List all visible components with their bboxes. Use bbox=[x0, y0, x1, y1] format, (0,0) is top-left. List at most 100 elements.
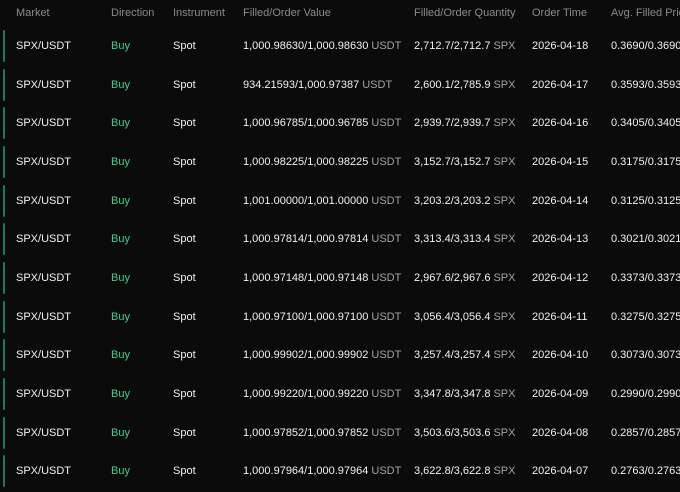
order-time-cell: 2026-04-12 bbox=[532, 271, 589, 284]
direction-cell: Buy bbox=[111, 426, 130, 439]
column-header-avg-price: Avg. Filled Price/Order Price bbox=[611, 7, 680, 19]
direction-cell: Buy bbox=[111, 78, 130, 91]
order-time-cell: 2026-04-15 bbox=[532, 155, 589, 168]
direction-cell: Buy bbox=[111, 271, 130, 284]
table-row[interactable]: SPX/USDT Buy Spot 1,000.97852/1,000.97852 US… bbox=[0, 415, 680, 451]
market-cell: SPX/USDT bbox=[16, 233, 72, 246]
table-row[interactable]: SPX/USDT Buy Spot 1,000.98630/1,000.98630 US… bbox=[0, 28, 680, 64]
order-history-table: Market Direction Instrument Filled/Order… bbox=[0, 0, 680, 492]
order-value-amount: 1,000.98225/1,000.98225 bbox=[243, 155, 369, 168]
market-cell: SPX/USDT bbox=[16, 78, 72, 91]
order-time-cell: 2026-04-07 bbox=[532, 465, 589, 478]
table-row[interactable]: SPX/USDT Buy Spot 1,000.96785/1,000.96785 US… bbox=[0, 105, 680, 141]
order-value-cell: 1,000.99220/1,000.99220 USDT bbox=[243, 376, 401, 412]
direction-cell: Buy bbox=[111, 40, 130, 52]
instrument-cell: Spot bbox=[173, 310, 196, 323]
table-row[interactable]: SPX/USDT Buy Spot 1,000.97148/1,000.97148 US… bbox=[0, 260, 680, 296]
table-row[interactable]: SPX/USDT Buy Spot 1,000.99902/1,000.99902 US… bbox=[0, 337, 680, 373]
order-quantity-amount: 3,347.8/3,347.8 bbox=[414, 387, 491, 400]
order-quantity-unit: SPX bbox=[493, 387, 516, 400]
order-time-cell: 2026-04-16 bbox=[532, 117, 589, 130]
order-value-amount: 1,000.96785/1,000.96785 bbox=[243, 117, 369, 130]
order-quantity-unit: SPX bbox=[493, 349, 516, 362]
direction-cell: Buy bbox=[111, 465, 130, 478]
order-value-unit: USDT bbox=[371, 271, 402, 284]
column-header-value: Filled/Order Value bbox=[243, 7, 331, 19]
order-value-unit: USDT bbox=[371, 349, 402, 362]
row-accent-bar bbox=[3, 339, 5, 372]
table-row[interactable]: SPX/USDT Buy Spot 1,000.97964/1,000.97964 US… bbox=[0, 453, 680, 489]
order-value-cell: 1,000.98630/1,000.98630 USDT bbox=[243, 28, 401, 64]
order-value-amount: 1,000.99902/1,000.99902 bbox=[243, 349, 369, 362]
avg-price-cell: 0.2990/0.2990 bbox=[611, 387, 680, 400]
instrument-cell: Spot bbox=[173, 40, 196, 52]
direction-cell: Buy bbox=[111, 387, 130, 400]
order-quantity-unit: SPX bbox=[493, 271, 516, 284]
avg-price-cell: 0.3593/0.3593 bbox=[611, 78, 680, 91]
order-value-cell: 1,000.97964/1,000.97964 USDT bbox=[243, 453, 401, 489]
instrument-cell: Spot bbox=[173, 387, 196, 400]
order-quantity-cell: 2,712.7/2,712.7 SPX bbox=[414, 28, 515, 64]
column-header-quantity: Filled/Order Quantity bbox=[414, 7, 516, 19]
row-accent-bar bbox=[3, 107, 5, 140]
order-quantity-amount: 2,600.1/2,785.9 bbox=[414, 78, 491, 91]
instrument-cell: Spot bbox=[173, 78, 196, 91]
instrument-cell: Spot bbox=[173, 194, 196, 207]
order-time-cell: 2026-04-08 bbox=[532, 426, 589, 439]
avg-price-cell: 0.3373/0.3373 bbox=[611, 271, 680, 284]
order-quantity-amount: 2,939.7/2,939.7 bbox=[414, 117, 491, 130]
order-time-cell: 2026-04-18 bbox=[532, 40, 589, 52]
order-quantity-amount: 2,967.6/2,967.6 bbox=[414, 271, 491, 284]
avg-price-cell: 0.3073/0.3073 bbox=[611, 349, 680, 362]
order-quantity-cell: 3,152.7/3,152.7 SPX bbox=[414, 144, 515, 180]
column-header-instrument: Instrument bbox=[173, 7, 225, 19]
row-accent-bar bbox=[3, 184, 5, 217]
order-quantity-unit: SPX bbox=[493, 465, 516, 478]
table-row[interactable]: SPX/USDT Buy Spot 1,000.97814/1,000.97814 US… bbox=[0, 221, 680, 257]
row-accent-bar bbox=[3, 300, 5, 333]
instrument-cell: Spot bbox=[173, 117, 196, 130]
order-value-cell: 1,000.99902/1,000.99902 USDT bbox=[243, 337, 401, 373]
row-accent-bar bbox=[3, 223, 5, 256]
order-quantity-amount: 3,152.7/3,152.7 bbox=[414, 155, 491, 168]
order-value-unit: USDT bbox=[362, 78, 393, 91]
order-time-cell: 2026-04-14 bbox=[532, 194, 589, 207]
order-quantity-unit: SPX bbox=[493, 40, 516, 52]
row-accent-bar bbox=[3, 455, 5, 488]
row-accent-bar bbox=[3, 68, 5, 101]
table-row[interactable]: SPX/USDT Buy Spot 1,001.00000/1,001.00000 US… bbox=[0, 183, 680, 219]
market-cell: SPX/USDT bbox=[16, 40, 72, 52]
order-value-cell: 1,000.97814/1,000.97814 USDT bbox=[243, 221, 401, 257]
table-row[interactable]: SPX/USDT Buy Spot 1,000.97100/1,000.97100 US… bbox=[0, 299, 680, 335]
order-quantity-unit: SPX bbox=[493, 233, 516, 246]
instrument-cell: Spot bbox=[173, 233, 196, 246]
table-row[interactable]: SPX/USDT Buy Spot 1,000.99220/1,000.99220 US… bbox=[0, 376, 680, 412]
avg-price-cell: 0.3275/0.3275 bbox=[611, 310, 680, 323]
order-value-cell: 1,001.00000/1,001.00000 USDT bbox=[243, 183, 401, 219]
order-value-unit: USDT bbox=[371, 194, 402, 207]
order-value-cell: 1,000.97100/1,000.97100 USDT bbox=[243, 299, 401, 335]
order-quantity-amount: 3,257.4/3,257.4 bbox=[414, 349, 491, 362]
order-quantity-unit: SPX bbox=[493, 310, 516, 323]
order-value-unit: USDT bbox=[371, 155, 402, 168]
order-value-amount: 1,000.97814/1,000.97814 bbox=[243, 233, 369, 246]
order-value-amount: 1,000.97100/1,000.97100 bbox=[243, 310, 369, 323]
order-value-cell: 1,000.97852/1,000.97852 USDT bbox=[243, 415, 401, 451]
order-value-amount: 1,001.00000/1,001.00000 bbox=[243, 194, 369, 207]
order-quantity-amount: 3,503.6/3,503.6 bbox=[414, 426, 491, 439]
direction-cell: Buy bbox=[111, 155, 130, 168]
order-value-cell: 1,000.96785/1,000.96785 USDT bbox=[243, 105, 401, 141]
order-value-unit: USDT bbox=[371, 310, 402, 323]
instrument-cell: Spot bbox=[173, 349, 196, 362]
order-quantity-cell: 3,347.8/3,347.8 SPX bbox=[414, 376, 515, 412]
order-time-cell: 2026-04-09 bbox=[532, 387, 589, 400]
row-accent-bar bbox=[3, 261, 5, 294]
avg-price-cell: 0.3021/0.3021 bbox=[611, 233, 680, 246]
table-row[interactable]: SPX/USDT Buy Spot 1,000.98225/1,000.98225 US… bbox=[0, 144, 680, 180]
order-quantity-amount: 3,622.8/3,622.8 bbox=[414, 465, 491, 478]
order-value-amount: 934.21593/1,000.97387 bbox=[243, 78, 360, 91]
table-row[interactable]: SPX/USDT Buy Spot 934.21593/1,000.97387 USDT… bbox=[0, 67, 680, 103]
market-cell: SPX/USDT bbox=[16, 349, 72, 362]
order-quantity-cell: 3,056.4/3,056.4 SPX bbox=[414, 299, 515, 335]
row-accent-bar bbox=[3, 377, 5, 410]
